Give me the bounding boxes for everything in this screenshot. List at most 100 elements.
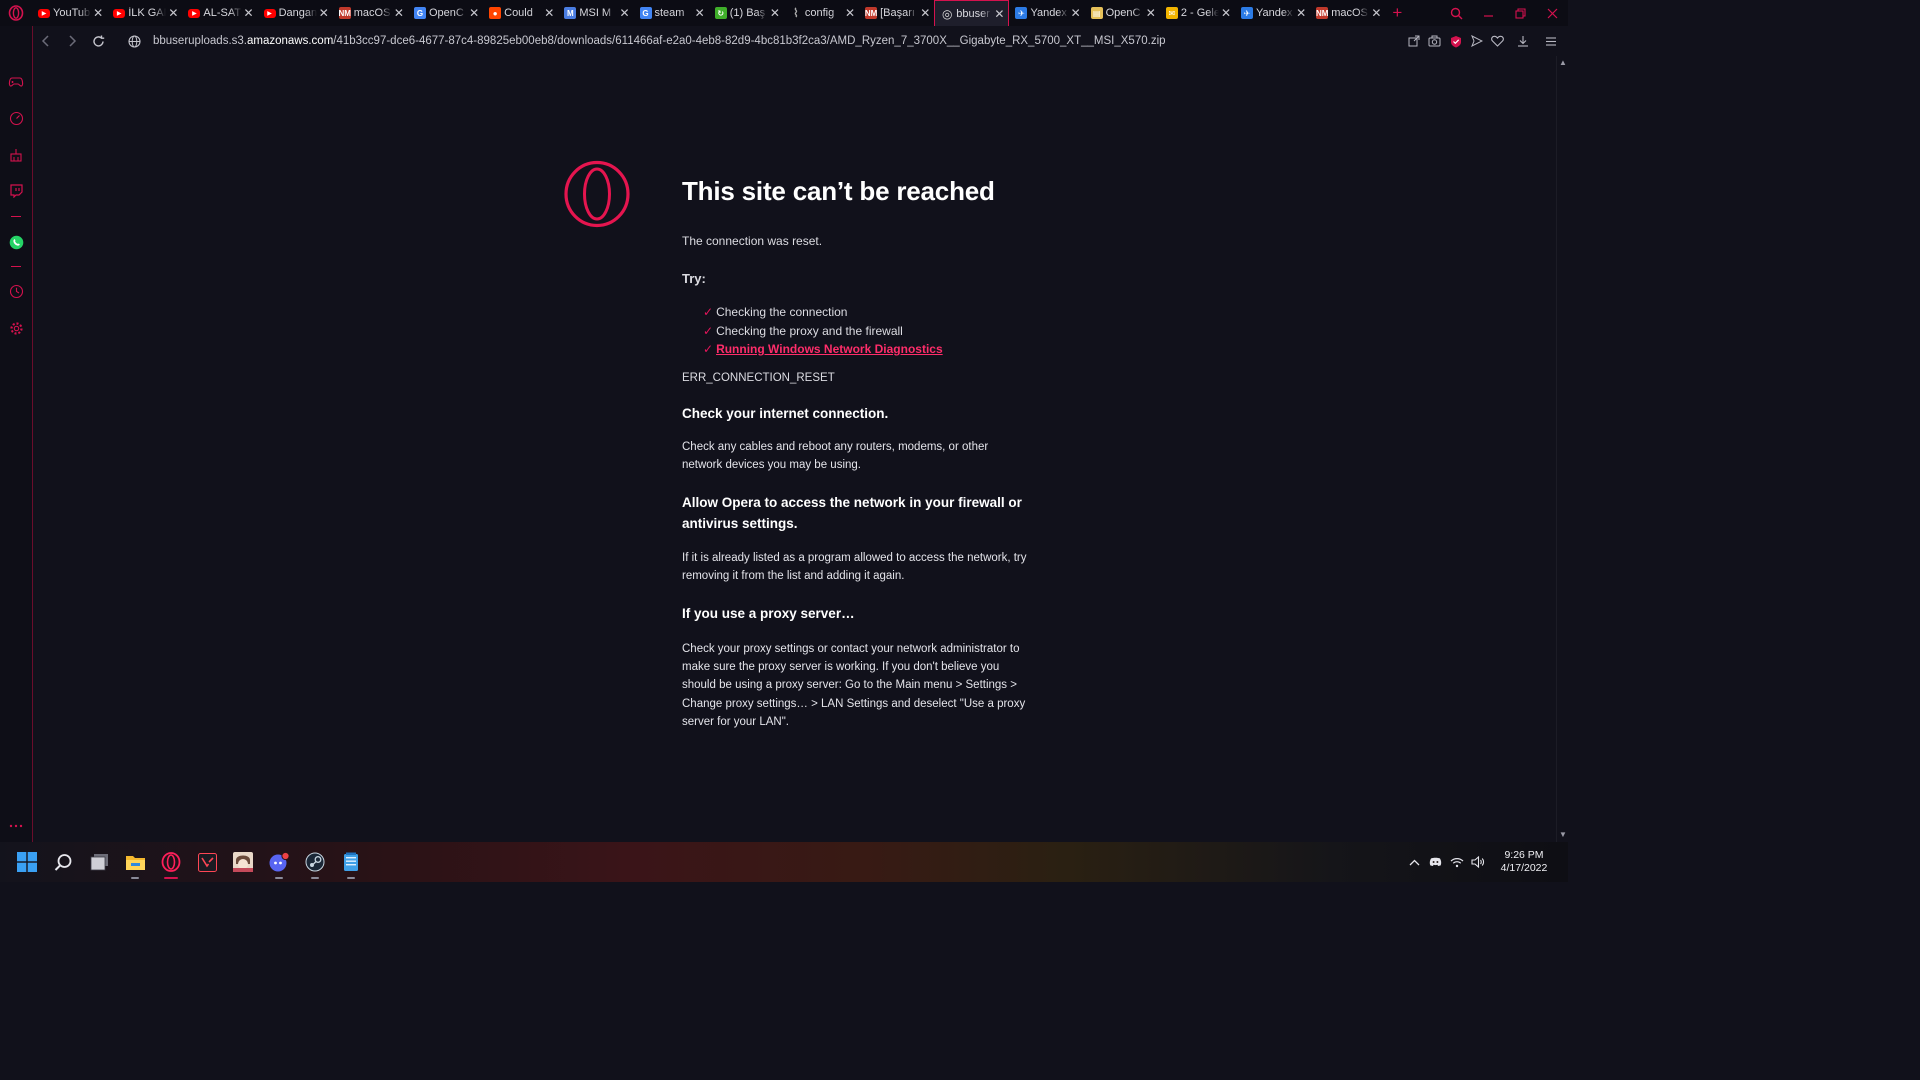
sidebar-item-whatsapp[interactable] [0,229,32,255]
tab-label: YouTub [53,7,91,19]
sidebar-item-history[interactable] [0,278,32,304]
tab[interactable]: ● Could ✕ [483,0,558,26]
tray-wifi[interactable] [1446,857,1467,868]
close-icon[interactable]: ✕ [469,6,479,20]
taskbar-search-button[interactable] [45,842,81,882]
task-view-button[interactable] [81,842,117,882]
taskbar-app-opera-gx[interactable] [153,842,189,882]
tab[interactable]: NM macOS ✕ [333,0,408,26]
tab[interactable]: G OpenC ✕ [408,0,483,26]
tab[interactable]: ↻ (1) Baş ✕ [709,0,784,26]
tab[interactable]: ✈ Yandex ✕ [1009,0,1084,26]
taskbar-app-game[interactable] [225,842,261,882]
tab-label: Could [504,7,533,19]
url-host-prefix: bbuseruploads.s3. [153,35,247,47]
tab[interactable]: M MSI M ✕ [558,0,633,26]
close-icon[interactable]: ✕ [1071,6,1081,20]
url-field[interactable]: bbuseruploads.s3.amazonaws.com/41b3cc97-… [153,35,1166,47]
send-button[interactable] [1466,27,1487,55]
taskbar-app-file-explorer[interactable] [117,842,153,882]
close-icon[interactable]: ✕ [168,6,178,20]
scroll-up-arrow-icon[interactable]: ▲ [1559,58,1567,68]
close-icon[interactable]: ✕ [1146,6,1156,20]
adblock-button[interactable] [1445,27,1466,55]
scroll-down-arrow-icon[interactable]: ▼ [1559,830,1567,840]
tray-overflow-button[interactable] [1404,859,1425,866]
close-icon [1547,8,1557,18]
sidebar-item-twitch[interactable] [0,178,32,204]
sidebar-item-settings[interactable] [0,315,32,341]
tab[interactable]: ✈ Yandex ✕ [1235,0,1310,26]
section-heading: Allow Opera to access the network in you… [682,495,1022,532]
tab[interactable]: Gsteam ✕ [634,0,709,26]
back-button[interactable] [33,27,59,55]
close-icon[interactable]: ✕ [770,6,780,20]
close-icon[interactable]: ✕ [1371,6,1381,20]
tab[interactable]: ⌇ config ✕ [784,0,859,26]
page-scrollbar[interactable]: ▲ ▼ [1556,56,1568,842]
globe-icon [127,34,141,48]
tab[interactable]: ▶İLK GAN✕ [107,0,182,26]
tray-volume[interactable] [1467,856,1488,868]
sidebar-item-gx-control[interactable] [0,105,32,131]
tab[interactable]: NM [Başarı ✕ [859,0,934,26]
sidebar-more-button[interactable] [0,813,32,839]
reload-button[interactable] [85,27,111,55]
notepad-icon [344,852,358,871]
tab[interactable]: ◎ bbuser ✕ [934,0,1010,26]
close-icon[interactable]: ✕ [1296,6,1306,20]
downloads-button[interactable] [1508,27,1538,55]
yandex-icon: ✈ [1015,7,1028,19]
checkmark-icon: ✓ [703,342,714,356]
reload-icon [92,35,104,47]
running-indicator [347,877,355,879]
close-window-button[interactable] [1536,0,1568,26]
close-icon[interactable]: ✕ [994,7,1004,21]
bookmark-heart-button[interactable] [1487,27,1508,55]
tab-label: macOS [353,7,391,19]
error-code: ERR_CONNECTION_RESET [682,371,835,384]
folder-icon [125,856,145,870]
site-info-button[interactable] [119,34,149,48]
snapshot-button[interactable] [1424,27,1445,55]
taskbar-app-valorant[interactable] [189,842,225,882]
share-button[interactable] [1403,27,1424,55]
minimize-button[interactable] [1472,0,1504,26]
close-icon[interactable]: ✕ [394,6,404,20]
sidebar-item-gx-corner[interactable] [0,69,32,95]
taskbar-app-notepad[interactable] [333,842,369,882]
close-icon[interactable]: ✕ [244,6,254,20]
more-horizontal-icon [9,824,23,828]
download-icon [1518,36,1528,47]
sidebar-item-cleaner[interactable] [0,142,32,168]
tray-discord[interactable] [1425,857,1446,867]
tab[interactable]: NM macOS ✕ [1310,0,1385,26]
checkmark-icon: ✓ [703,305,714,319]
close-icon[interactable]: ✕ [920,6,930,20]
tab-search-button[interactable] [1440,0,1472,26]
taskbar-app-discord[interactable] [261,842,297,882]
taskbar-app-steam[interactable] [297,842,333,882]
new-tab-button[interactable]: + [1385,0,1409,26]
easy-setup-button[interactable] [1538,27,1564,55]
forward-button[interactable] [59,27,85,55]
refresh-green-icon: ↻ [714,7,727,19]
tab[interactable]: ▶ AL-SAT ✕ [182,0,257,26]
opera-menu-button[interactable] [0,0,32,26]
start-button[interactable] [9,842,45,882]
close-icon[interactable]: ✕ [93,6,103,20]
search-icon [54,853,71,871]
close-icon[interactable]: ✕ [544,6,554,20]
tab[interactable]: ✉ 2 - Gele ✕ [1160,0,1235,26]
close-icon[interactable]: ✕ [695,6,705,20]
close-icon[interactable]: ✕ [845,6,855,20]
tab[interactable]: ▤ OpenC ✕ [1085,0,1160,26]
tab[interactable]: ▶ Dangan ✕ [258,0,333,26]
restore-button[interactable] [1504,0,1536,26]
tab[interactable]: ▶ YouTub ✕ [32,0,107,26]
close-icon[interactable]: ✕ [619,6,629,20]
clock[interactable]: 9:26 PM 4/17/2022 [1488,849,1560,875]
close-icon[interactable]: ✕ [1221,6,1231,20]
network-diagnostics-link[interactable]: Running Windows Network Diagnostics [716,342,943,356]
close-icon[interactable]: ✕ [319,6,329,20]
